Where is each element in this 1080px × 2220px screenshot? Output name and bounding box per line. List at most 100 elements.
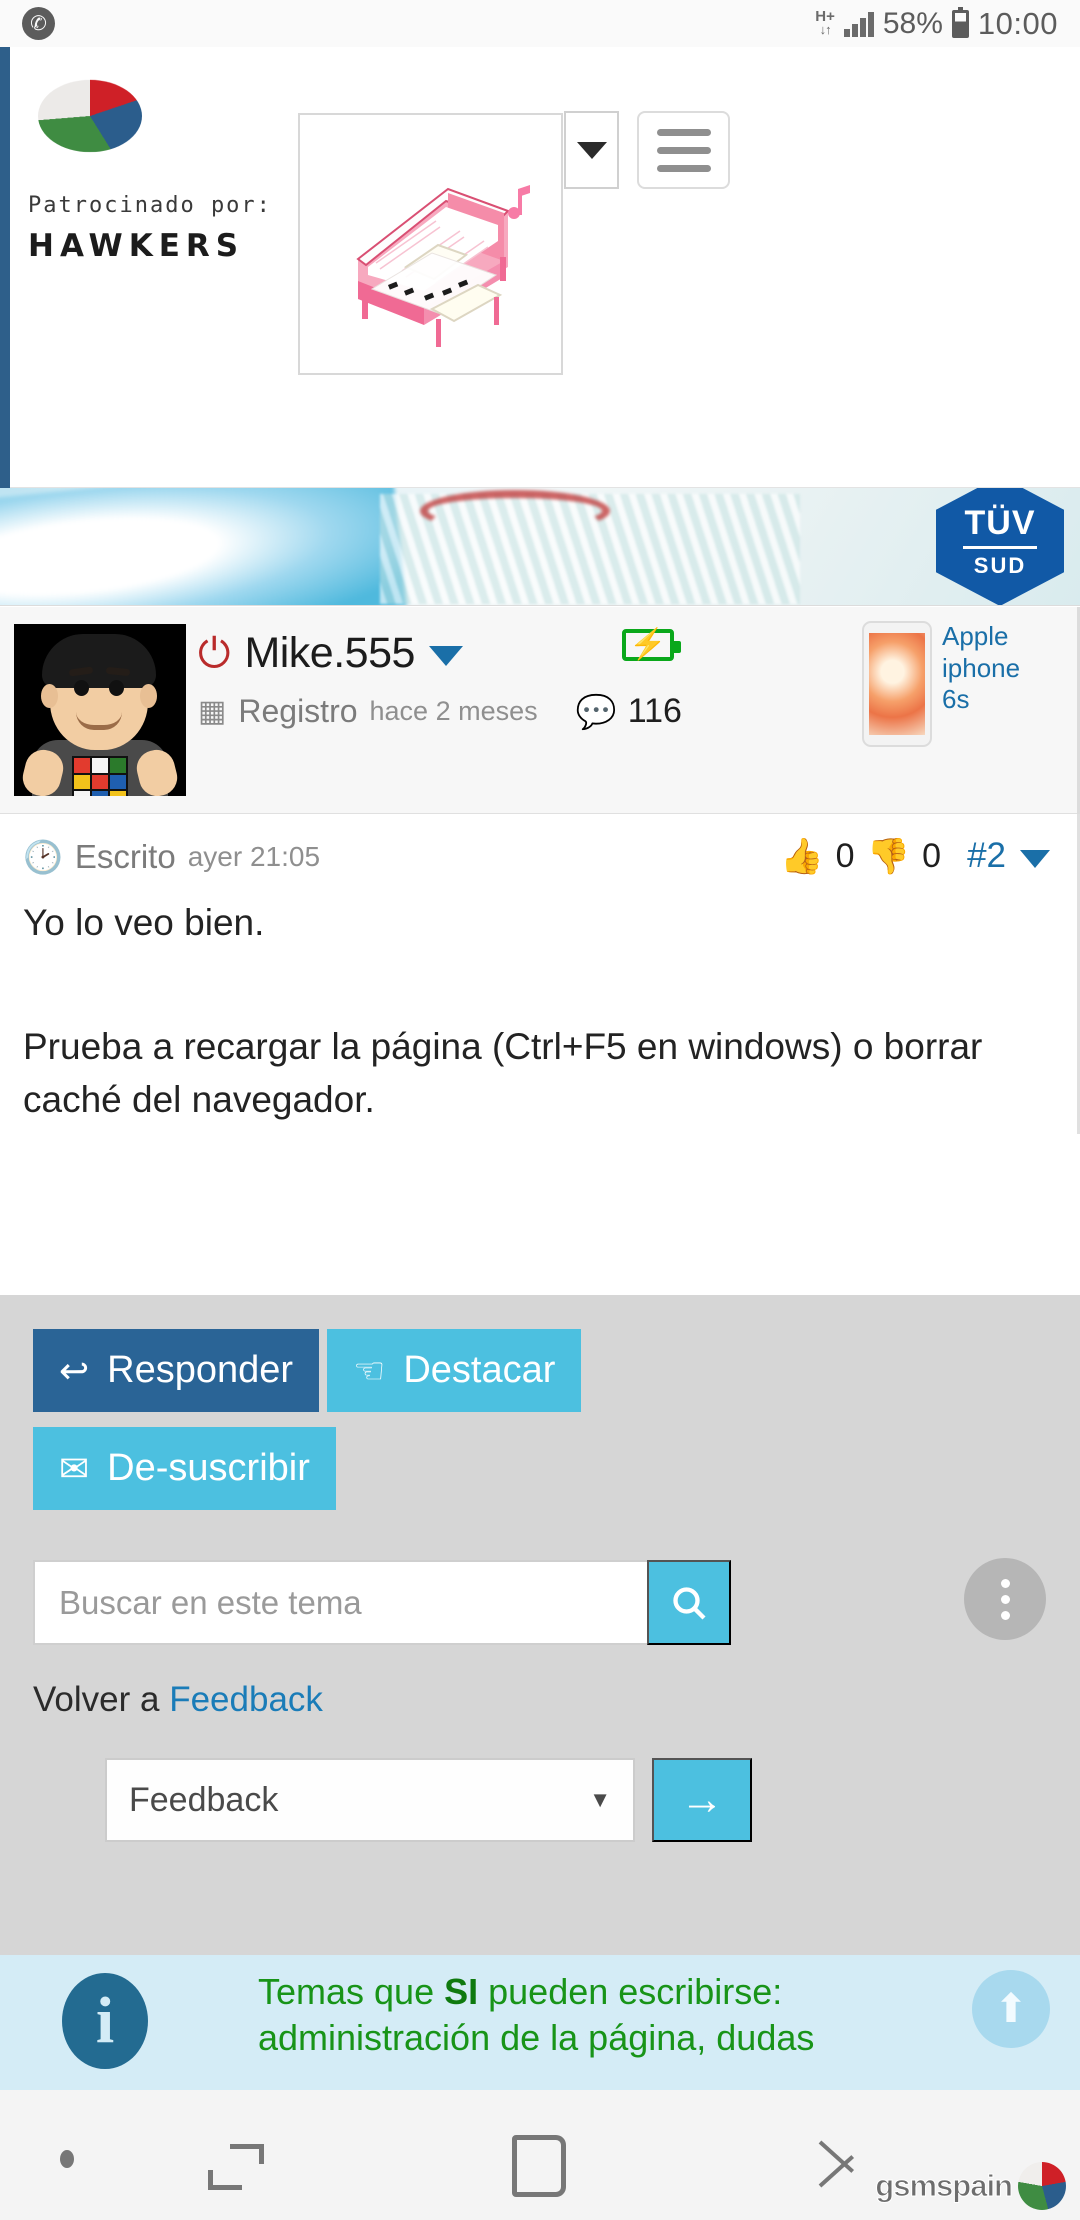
- thumbs-up-count: 0: [835, 836, 855, 875]
- arrow-up-icon: ⬆: [994, 1987, 1028, 2031]
- signal-strength-icon: [843, 11, 874, 37]
- post-body: 🕑 Escrito ayer 21:05 👍 0 👎 0 #2 Yo lo ve…: [0, 814, 1080, 1295]
- status-bar-left: ✆: [22, 7, 55, 40]
- forum-select-value: Feedback: [129, 1780, 279, 1819]
- reply-button[interactable]: ↩ Responder: [33, 1329, 320, 1412]
- envelope-icon: ✉: [59, 1447, 90, 1489]
- hamburger-icon: [656, 128, 711, 136]
- home-icon[interactable]: [512, 2135, 566, 2197]
- unsubscribe-button[interactable]: ✉ De-suscribir: [33, 1427, 336, 1510]
- topic-search-row: Buscar en este tema: [33, 1560, 731, 1645]
- register-value: hace 2 meses: [369, 696, 538, 726]
- comment-count-group[interactable]: 💬 116: [576, 692, 682, 731]
- comment-count-label: 116: [627, 692, 682, 730]
- scroll-to-top-button[interactable]: ⬆: [972, 1970, 1050, 2048]
- chevron-down-icon[interactable]: [428, 646, 463, 666]
- recents-icon[interactable]: [208, 2144, 264, 2190]
- ad-image-box[interactable]: [298, 113, 563, 375]
- post-info-bar: 🕑 Escrito ayer 21:05 👍 0 👎 0 #2: [0, 830, 1080, 892]
- tuv-badge-bottom: SUD: [973, 552, 1027, 578]
- menu-button[interactable]: [637, 111, 730, 189]
- register-label: Registro: [238, 693, 358, 729]
- tuv-badge-top: TÜV: [964, 503, 1036, 542]
- rubiks-cube-icon: [72, 756, 128, 796]
- dot-icon[interactable]: [60, 2150, 74, 2168]
- pixel-piano-image: [356, 185, 530, 347]
- username-label: Mike.555: [244, 629, 415, 677]
- iphone-thumbnail: [862, 621, 932, 747]
- action-panel: ↩ Responder ☜ Destacar ✉ De-suscribir Bu…: [0, 1295, 1080, 1955]
- battery-percent-label: 58%: [882, 6, 943, 40]
- go-button[interactable]: →: [652, 1758, 752, 1842]
- primary-action-row: ↩ Responder ☜ Destacar: [33, 1329, 582, 1412]
- gsmspain-pie-logo-icon: [38, 77, 142, 167]
- chevron-down-icon: ▼: [589, 1787, 611, 1812]
- username-row[interactable]: ⏻ Mike.555 ⚡: [198, 629, 818, 678]
- more-options-button[interactable]: [964, 1558, 1046, 1640]
- info-text: Temas que SI pueden escribirse: administ…: [258, 1969, 958, 2061]
- forum-select[interactable]: Feedback ▼: [105, 1758, 635, 1842]
- back-to-forum-text: Volver a Feedback: [33, 1680, 323, 1720]
- chevron-down-icon[interactable]: [1020, 850, 1050, 868]
- status-bar: ✆ H+ ↓↑ 58% 10:00: [0, 0, 1080, 47]
- back-arrow-icon[interactable]: [818, 2138, 866, 2192]
- banner-ad[interactable]: TÜV SUD: [0, 488, 1080, 606]
- banner-image: [0, 488, 407, 605]
- written-time: ayer 21:05: [187, 841, 321, 872]
- info-icon-letter: i: [95, 1984, 115, 2057]
- post-content: Yo lo veo bien. Prueba a recargar la pág…: [23, 896, 1033, 1197]
- android-nav-bar: gsmspain: [0, 2090, 1080, 2220]
- sponsor-label: Patrocinado por:: [28, 193, 272, 218]
- sponsor-area: Patrocinado por: HAWKERS: [0, 47, 1080, 488]
- arrow-right-icon: →: [680, 1775, 724, 1824]
- written-info: 🕑 Escrito ayer 21:05: [23, 838, 320, 876]
- secondary-action-row: ✉ De-suscribir: [33, 1427, 336, 1510]
- sponsor-brand: HAWKERS: [28, 228, 245, 264]
- forum-selector-row: Feedback ▼ →: [105, 1758, 752, 1842]
- avatar[interactable]: [14, 624, 186, 796]
- calendar-icon: ▦: [198, 694, 227, 728]
- post-number-link[interactable]: #2: [967, 836, 1006, 876]
- info-icon: i: [62, 1973, 148, 2069]
- status-bar-right: H+ ↓↑ 58% 10:00: [815, 6, 1058, 42]
- product-promo-link[interactable]: Apple iphone 6s: [862, 621, 1042, 747]
- search-icon: [673, 1586, 706, 1620]
- phone-screen: ✆ H+ ↓↑ 58% 10:00 Patrocinado por: HAWKE…: [0, 0, 1080, 2220]
- reply-arrow-icon: ↩: [59, 1349, 90, 1391]
- info-text-start: Temas que: [258, 1971, 445, 2012]
- search-input[interactable]: Buscar en este tema: [33, 1560, 647, 1645]
- vote-controls: 👍 0 👎 0 #2: [780, 836, 1050, 876]
- network-arrows: ↓↑: [819, 22, 832, 38]
- info-text-bold: SI: [444, 1971, 479, 2012]
- info-text-line2: administración de la página, dudas: [258, 2017, 815, 2059]
- clock-icon: 🕑: [23, 839, 63, 875]
- network-type-icon: H+ ↓↑: [815, 9, 835, 38]
- thumbs-down-icon[interactable]: 👎: [867, 839, 911, 874]
- phone-icon: ✆: [22, 7, 55, 40]
- post-paragraph: Yo lo veo bien.: [23, 902, 265, 943]
- product-promo-label: Apple iphone 6s: [942, 621, 1021, 715]
- thumbs-up-icon[interactable]: 👍: [780, 839, 824, 874]
- back-to-forum-link[interactable]: Feedback: [169, 1680, 323, 1719]
- highlight-label: Destacar: [403, 1349, 556, 1391]
- highlight-button[interactable]: ☜ Destacar: [327, 1329, 582, 1412]
- clock-label: 10:00: [977, 5, 1058, 41]
- watermark: gsmspain: [875, 2162, 1066, 2210]
- search-button[interactable]: [647, 1560, 731, 1645]
- battery-charging-icon: ⚡: [622, 629, 681, 661]
- comment-bubble-icon: 💬: [575, 693, 617, 730]
- post-paragraph: Prueba a recargar la página (Ctrl+F5 en …: [23, 1025, 983, 1121]
- watermark-label: gsmspain: [875, 2168, 1014, 2204]
- ad-dropdown-button[interactable]: [564, 111, 619, 189]
- unsubscribe-label: De-suscribir: [107, 1447, 310, 1489]
- info-text-end: pueden escribirse:: [478, 1971, 783, 2012]
- post-meta-row: ▦ Registro hace 2 meses 💬 116: [198, 692, 818, 731]
- sponsor-block: Patrocinado por: HAWKERS: [28, 69, 278, 264]
- banner-cord-image: [420, 490, 610, 532]
- left-rail: [0, 47, 10, 488]
- chevron-down-icon: [576, 141, 607, 159]
- info-box: i Temas que SI pueden escribirse: admini…: [0, 1955, 1080, 2090]
- back-to-prefix: Volver a: [33, 1680, 160, 1719]
- post-header: ⏻ Mike.555 ⚡ ▦ Registro hace 2 meses 💬 1…: [0, 607, 1080, 814]
- written-label: Escrito: [74, 838, 176, 875]
